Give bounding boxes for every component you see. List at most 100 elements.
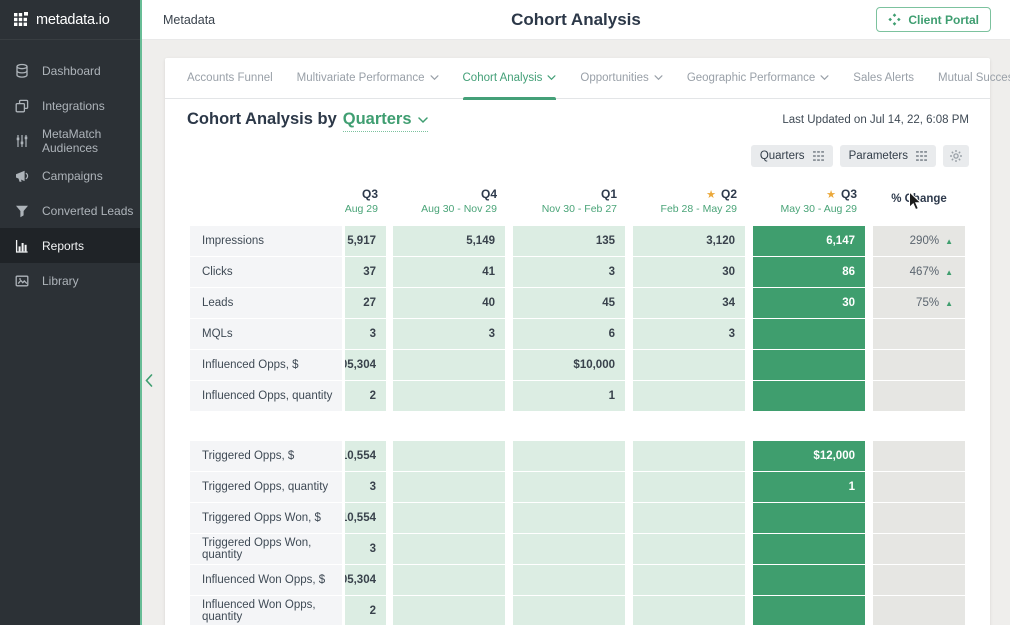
change-cell[interactable]	[873, 565, 965, 595]
period-selector[interactable]: Quarters	[343, 110, 428, 132]
data-cell[interactable]	[393, 350, 505, 380]
tab-accounts-funnel[interactable]: Accounts Funnel	[187, 58, 273, 99]
data-cell[interactable]: 34	[633, 288, 745, 318]
data-cell[interactable]	[753, 534, 865, 564]
data-cell[interactable]: 27	[345, 288, 386, 318]
data-cell[interactable]: 30	[633, 257, 745, 287]
data-cell[interactable]: $10,000	[513, 350, 625, 380]
tab-multivariate-performance[interactable]: Multivariate Performance	[297, 58, 439, 99]
tab-geographic-performance[interactable]: Geographic Performance	[687, 58, 829, 99]
data-cell[interactable]	[633, 503, 745, 533]
data-cell[interactable]	[513, 565, 625, 595]
sidebar-item-metamatch-audiences[interactable]: MetaMatch Audiences	[0, 123, 140, 158]
change-cell[interactable]: 75%▲	[873, 288, 965, 318]
column-header-change[interactable]: % Change	[873, 185, 965, 219]
change-cell[interactable]: 290%▲	[873, 226, 965, 256]
change-cell[interactable]	[873, 381, 965, 411]
data-cell[interactable]	[513, 596, 625, 625]
column-header-quarter[interactable]: ★Q3	[826, 187, 857, 201]
data-cell[interactable]	[753, 565, 865, 595]
data-cell[interactable]	[753, 381, 865, 411]
tab-sales-alerts[interactable]: Sales Alerts	[853, 58, 914, 99]
data-cell[interactable]	[393, 565, 505, 595]
sidebar-item-library[interactable]: Library	[0, 263, 140, 298]
data-cell[interactable]	[633, 534, 745, 564]
column-header-quarter[interactable]: ★Q2	[706, 187, 737, 201]
column-header-quarter[interactable]: Q3	[362, 187, 378, 201]
data-cell[interactable]	[633, 565, 745, 595]
data-cell[interactable]	[633, 472, 745, 502]
data-cell[interactable]	[393, 381, 505, 411]
data-cell[interactable]: 30	[753, 288, 865, 318]
change-cell[interactable]	[873, 503, 965, 533]
sidebar-item-campaigns[interactable]: Campaigns	[0, 158, 140, 193]
data-cell[interactable]: 3	[633, 319, 745, 349]
tab-mutual-success-plan[interactable]: Mutual Success Plan	[938, 58, 1010, 99]
data-cell[interactable]: 05,304	[345, 565, 386, 595]
data-cell[interactable]	[633, 596, 745, 625]
data-cell[interactable]: 6	[513, 319, 625, 349]
change-cell[interactable]	[873, 319, 965, 349]
column-header-quarter[interactable]: Q4	[481, 187, 497, 201]
data-cell[interactable]	[753, 350, 865, 380]
data-cell[interactable]	[393, 441, 505, 471]
data-cell[interactable]: 3	[513, 257, 625, 287]
data-cell[interactable]: 3	[345, 534, 386, 564]
data-cell[interactable]	[513, 441, 625, 471]
data-cell[interactable]: 6,147	[753, 226, 865, 256]
data-cell[interactable]	[633, 441, 745, 471]
data-cell[interactable]: 3,120	[633, 226, 745, 256]
sidebar-item-dashboard[interactable]: Dashboard	[0, 53, 140, 88]
data-cell[interactable]	[513, 503, 625, 533]
data-cell[interactable]	[393, 534, 505, 564]
data-cell[interactable]	[633, 381, 745, 411]
change-cell[interactable]	[873, 472, 965, 502]
data-cell[interactable]: 3	[345, 319, 386, 349]
data-cell[interactable]	[633, 350, 745, 380]
settings-button[interactable]	[943, 145, 969, 167]
data-cell[interactable]: 135	[513, 226, 625, 256]
data-cell[interactable]: 5,149	[393, 226, 505, 256]
sidebar-item-reports[interactable]: Reports	[0, 228, 140, 263]
data-cell[interactable]: 2	[345, 596, 386, 625]
data-cell[interactable]: 40	[393, 288, 505, 318]
sidebar-collapse-button[interactable]	[142, 371, 156, 389]
data-cell[interactable]	[513, 534, 625, 564]
data-cell[interactable]: 5,917	[345, 226, 386, 256]
change-cell[interactable]	[873, 441, 965, 471]
data-cell[interactable]	[753, 596, 865, 625]
sidebar-item-label: MetaMatch Audiences	[42, 127, 140, 155]
sidebar-item-converted-leads[interactable]: Converted Leads	[0, 193, 140, 228]
data-cell[interactable]	[393, 503, 505, 533]
data-cell[interactable]	[753, 319, 865, 349]
data-cell[interactable]: 3	[393, 319, 505, 349]
change-cell[interactable]: 467%▲	[873, 257, 965, 287]
data-cell[interactable]: 10,554	[345, 441, 386, 471]
data-cell[interactable]: 1	[753, 472, 865, 502]
data-cell[interactable]	[753, 503, 865, 533]
tab-cohort-analysis[interactable]: Cohort Analysis	[463, 58, 557, 99]
change-cell[interactable]	[873, 596, 965, 625]
sidebar-item-integrations[interactable]: Integrations	[0, 88, 140, 123]
data-cell[interactable]	[393, 596, 505, 625]
change-cell[interactable]	[873, 534, 965, 564]
data-cell[interactable]: 3	[345, 472, 386, 502]
data-cell[interactable]: 10,554	[345, 503, 386, 533]
parameters-button[interactable]: Parameters	[840, 145, 936, 167]
data-cell[interactable]: 1	[513, 381, 625, 411]
data-cell[interactable]	[393, 472, 505, 502]
tab-opportunities[interactable]: Opportunities	[580, 58, 662, 99]
client-portal-button[interactable]: Client Portal	[876, 7, 991, 32]
data-cell[interactable]: 45	[513, 288, 625, 318]
data-cell[interactable]: 05,304	[345, 350, 386, 380]
logo[interactable]: metadata.io	[0, 0, 140, 40]
data-cell[interactable]: 2	[345, 381, 386, 411]
data-cell[interactable]: $12,000	[753, 441, 865, 471]
quarters-button[interactable]: Quarters	[751, 145, 833, 167]
data-cell[interactable]: 86	[753, 257, 865, 287]
data-cell[interactable]	[513, 472, 625, 502]
change-cell[interactable]	[873, 350, 965, 380]
data-cell[interactable]: 41	[393, 257, 505, 287]
column-header-quarter[interactable]: Q1	[601, 187, 617, 201]
data-cell[interactable]: 37	[345, 257, 386, 287]
